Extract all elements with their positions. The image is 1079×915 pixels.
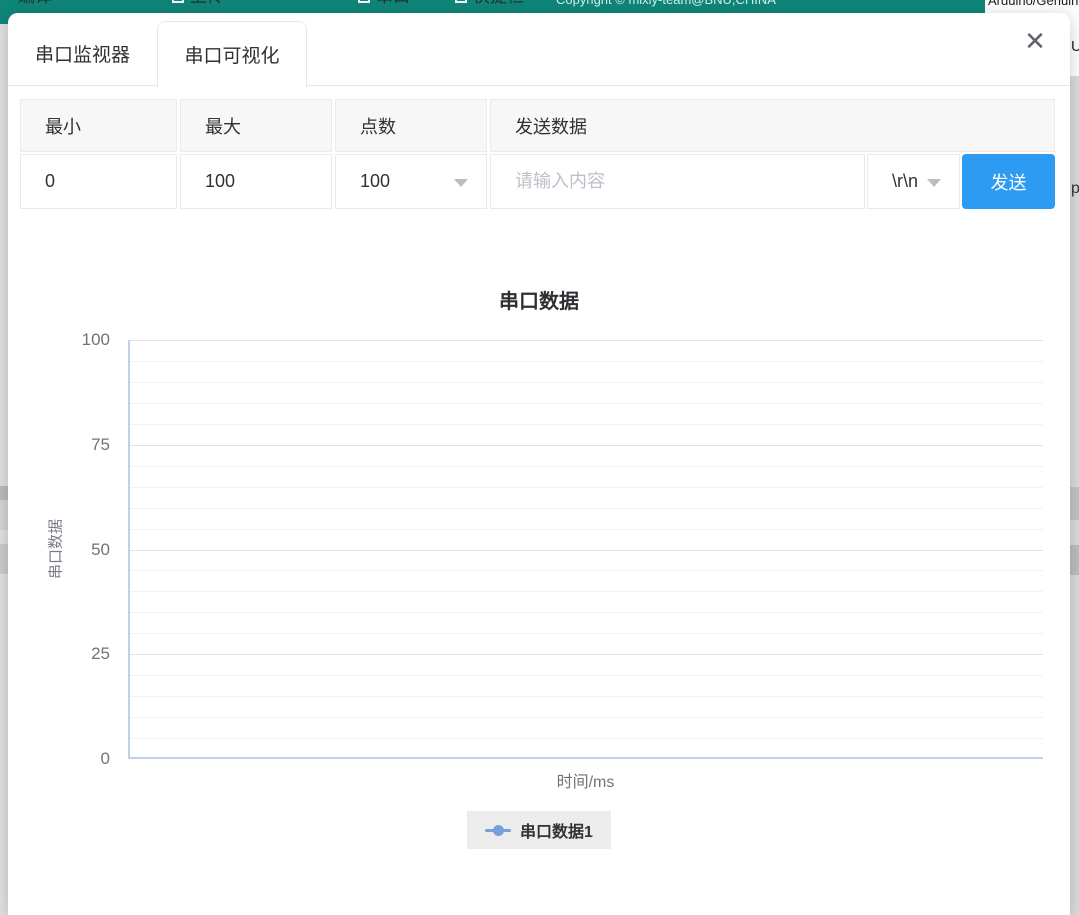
max-input[interactable] [181, 155, 331, 208]
gridline [130, 696, 1043, 697]
board-selector-label: Arduino/Genuino [988, 0, 1079, 7]
header-max: 最大 [180, 99, 332, 152]
header-points: 点数 [335, 99, 487, 152]
gridline [130, 445, 1043, 446]
left-strip-segment [0, 486, 8, 500]
serial-visualizer-dialog: 串口监视器 串口可视化 ✕ 最小 最大 点数 发送数据 [8, 13, 1070, 915]
line-ending-select[interactable]: \r\n [867, 154, 960, 209]
y-tick-label: 0 [8, 748, 110, 770]
legend-label: 串口数据1 [520, 818, 593, 842]
chevron-down-icon [927, 179, 941, 187]
header-send-data: 发送数据 [490, 99, 1055, 152]
toolbar-item-label: 上传 [190, 0, 224, 5]
left-strip-segment [0, 500, 8, 530]
gridline [130, 654, 1043, 655]
background-right-strip: U p [1070, 26, 1079, 915]
gridline [130, 675, 1043, 676]
y-tick-label: 75 [8, 434, 110, 456]
scrollbar-thumb [1070, 545, 1079, 575]
background-left-strip [0, 24, 8, 915]
gridline [130, 466, 1043, 467]
gridline [130, 633, 1043, 634]
toolbar-item-label: 快捷栏 [473, 0, 524, 5]
tab-label: 串口可视化 [184, 41, 279, 68]
background-text-fragment: p [1071, 180, 1079, 198]
line-series-icon [485, 824, 511, 836]
send-group: \r\n 发送 [490, 154, 1055, 209]
board-selector-fragment: U [1070, 26, 1079, 76]
gridline [130, 550, 1043, 551]
close-icon[interactable]: ✕ [1018, 25, 1052, 59]
toolbar-item-label: 串口 [376, 0, 410, 5]
gridline [130, 340, 1043, 341]
min-field-cell [20, 154, 177, 209]
tab-bar: 串口监视器 串口可视化 ✕ [8, 13, 1070, 86]
gridline [130, 529, 1043, 530]
legend-item-series1[interactable]: 串口数据1 [467, 811, 611, 849]
gridline [130, 424, 1043, 425]
quickbar-icon [455, 0, 467, 3]
points-select[interactable]: 100 [335, 154, 487, 209]
y-tick-label: 25 [8, 643, 110, 665]
form-input-row: 100 \r\n 发送 [20, 154, 1057, 209]
toolbar-item-compile[interactable]: 编译 [18, 0, 52, 5]
line-ending-value: \r\n [892, 171, 918, 192]
gridline [130, 508, 1043, 509]
toolbar-item-label: 编译 [18, 0, 52, 5]
gridline [130, 403, 1043, 404]
toolbar-item-quickbar[interactable]: 快捷栏 [455, 0, 524, 5]
gridline [130, 361, 1043, 362]
serial-form: 最小 最大 点数 发送数据 100 [20, 99, 1057, 209]
gridline [130, 591, 1043, 592]
send-button[interactable]: 发送 [962, 154, 1055, 209]
y-tick-label: 100 [8, 329, 110, 351]
tab-serial-monitor[interactable]: 串口监视器 [8, 21, 157, 86]
form-header-row: 最小 最大 点数 发送数据 [20, 99, 1057, 152]
y-axis-name: 串口数据 [45, 519, 66, 579]
gridline [130, 487, 1043, 488]
header-min: 最小 [20, 99, 177, 152]
gridline [130, 382, 1043, 383]
tab-serial-visualizer[interactable]: 串口可视化 [157, 21, 307, 87]
toolbar-item-serial[interactable]: 串口 [358, 0, 410, 5]
send-field-cell [490, 154, 865, 209]
left-strip-segment [0, 544, 8, 574]
gridline [130, 717, 1043, 718]
plot-area [128, 340, 1043, 759]
toolbar-item-upload[interactable]: 上传 [172, 0, 224, 5]
chart-title: 串口数据 [8, 285, 1070, 314]
gridline [130, 612, 1043, 613]
scrollbar-thumb [1070, 487, 1079, 520]
x-axis-name: 时间/ms [128, 768, 1043, 792]
send-input[interactable] [491, 155, 864, 208]
gridline [130, 570, 1043, 571]
gridline [130, 738, 1043, 739]
points-select-value: 100 [360, 171, 390, 192]
tab-label: 串口监视器 [35, 40, 130, 67]
min-input[interactable] [21, 155, 176, 208]
serial-icon [358, 0, 370, 3]
copyright-text: Copyright © mixly-team@BNU,CHINA [556, 0, 776, 6]
screen: 编译 上传 串口 快捷栏 Copyright © mixly-team@BNU,… [0, 0, 1079, 915]
upload-icon [172, 0, 184, 3]
max-field-cell [180, 154, 332, 209]
chevron-down-icon [454, 179, 468, 187]
